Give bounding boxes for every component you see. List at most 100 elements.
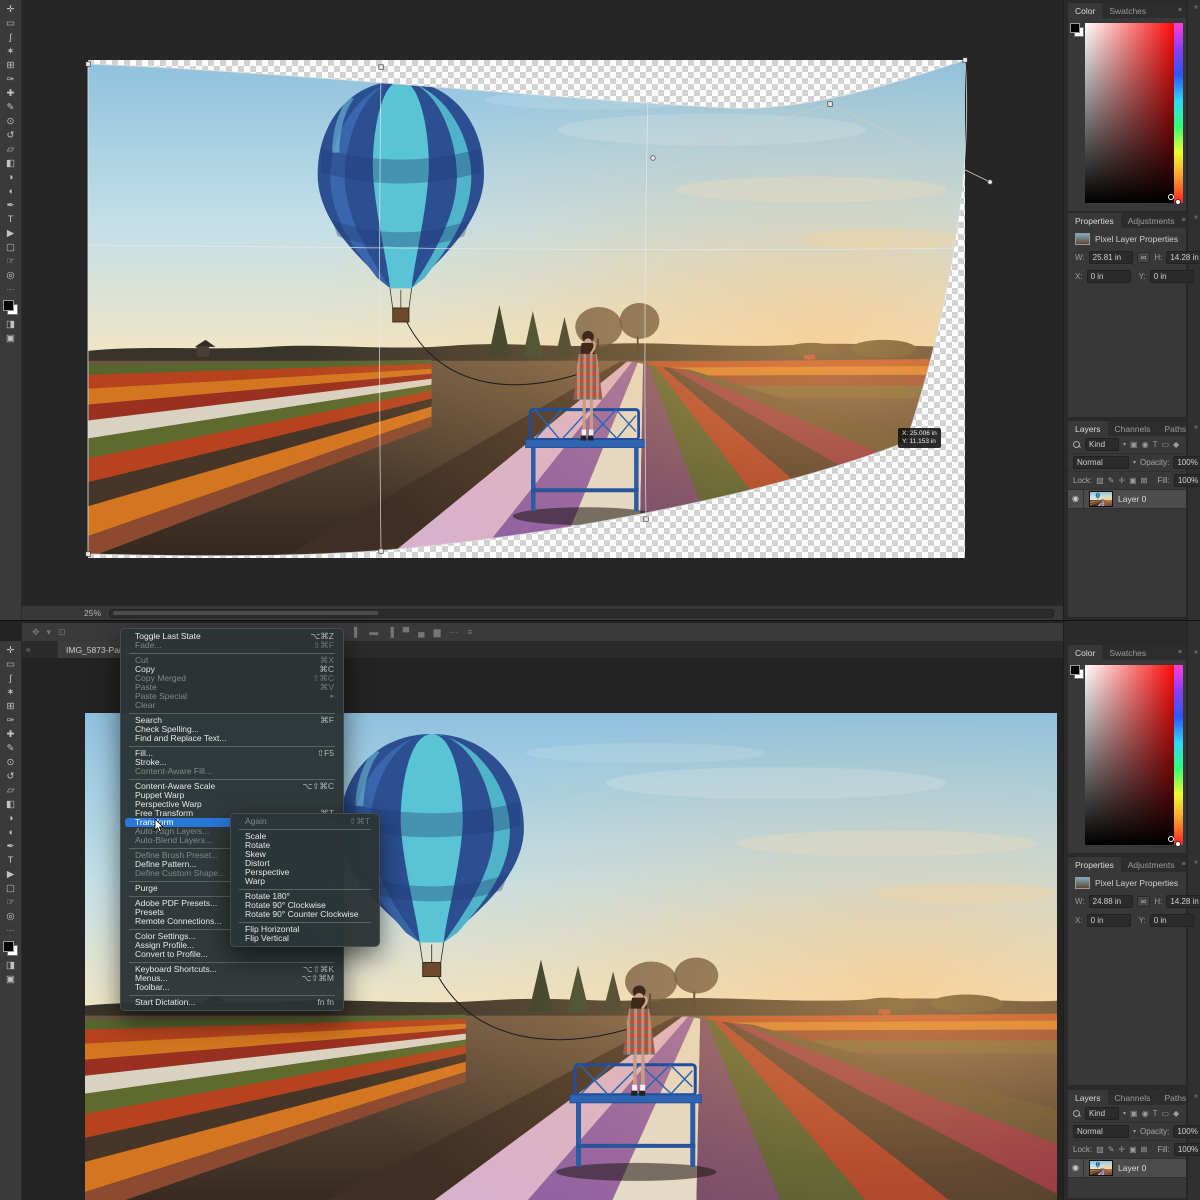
layer-thumbnail[interactable] (1089, 491, 1113, 507)
screen-mode-icon[interactable]: ▣ (2, 973, 19, 986)
lock-icon[interactable]: ✛ (1118, 1145, 1125, 1154)
collapse-dock-icon[interactable]: « (1194, 1093, 1198, 1100)
collapse-dock-icon[interactable]: « (1194, 214, 1198, 221)
tool-icon[interactable]: ✶ (2, 45, 19, 58)
tool-icon[interactable]: ✛ (2, 644, 19, 657)
link-dimensions-icon[interactable]: ∞ (1137, 252, 1151, 263)
layer-thumbnail[interactable] (1089, 1160, 1113, 1176)
tool-icon[interactable]: ↺ (2, 770, 19, 783)
scrollbar-thumb[interactable] (113, 611, 378, 615)
layer-filter-icon[interactable]: ◆ (1173, 1109, 1179, 1118)
menu-item[interactable]: Fade... ⇧⌘F ▸ (121, 641, 343, 650)
opacity-field[interactable]: 100% (1173, 456, 1200, 469)
horizontal-scrollbar[interactable] (109, 609, 1054, 618)
tool-icon[interactable]: ☞ (2, 896, 19, 909)
align-icon[interactable]: ▆ (434, 627, 441, 638)
tab-properties[interactable]: Properties (1068, 213, 1121, 228)
visibility-eye-icon[interactable]: ◉ (1068, 1159, 1084, 1177)
screen-mode-icon[interactable]: ▣ (2, 332, 19, 345)
align-icon[interactable]: ≡ (467, 627, 472, 638)
align-icon[interactable]: ▌ (354, 627, 360, 638)
tab-layers[interactable]: Layers (1068, 421, 1108, 436)
tab-paths[interactable]: Paths (1157, 421, 1193, 436)
menu-item[interactable]: Toolbar... ▸ (121, 983, 343, 992)
layer-filter-icon[interactable]: ▭ (1161, 440, 1169, 449)
x-field[interactable]: 0 in (1087, 914, 1131, 927)
quick-mask-icon[interactable]: ◨ (2, 959, 19, 972)
collapse-dock-icon[interactable]: « (1194, 859, 1198, 866)
submenu-item[interactable]: Warp ▸ (231, 877, 379, 886)
layer-filter-icon[interactable]: ▣ (1130, 440, 1138, 449)
kind-filter-select[interactable]: Kind (1085, 438, 1119, 451)
hue-marker[interactable] (1175, 199, 1181, 205)
tab-adjustments[interactable]: Adjustments (1121, 857, 1182, 872)
menu-item[interactable]: Start Dictation... fn fn ▸ (121, 998, 343, 1007)
collapse-dock-icon[interactable]: « (1194, 649, 1198, 656)
options-icon[interactable]: ✥ (32, 627, 40, 638)
tool-icon[interactable]: ▶ (2, 227, 19, 240)
options-icon[interactable]: ▾ (47, 627, 52, 638)
align-icon[interactable]: ▬ (369, 627, 378, 638)
menu-item[interactable]: Convert to Profile... ▸ (121, 950, 343, 959)
tool-icon[interactable]: ▭ (2, 17, 19, 30)
fill-field[interactable]: 100% (1174, 1143, 1200, 1156)
edit-toolbar-icon[interactable]: ⋯ (7, 926, 15, 935)
tab-color[interactable]: Color (1068, 3, 1102, 18)
layer-row[interactable]: ◉ Layer 0 (1068, 1159, 1186, 1178)
submenu-item[interactable]: Again ⇧⌘T ▸ (231, 817, 379, 826)
tool-icon[interactable]: ▱ (2, 143, 19, 156)
tool-icon[interactable]: ✚ (2, 87, 19, 100)
layer-filter-icon[interactable]: T (1153, 440, 1158, 449)
layer-filter-icon[interactable]: ◆ (1173, 440, 1179, 449)
tool-icon[interactable]: ◑ (2, 171, 19, 184)
tab-layers[interactable]: Layers (1068, 1090, 1108, 1105)
menu-item[interactable]: ▸ (129, 962, 335, 963)
zoom-level[interactable]: 25% (84, 608, 101, 618)
tool-icon[interactable]: T (2, 854, 19, 867)
lock-icon[interactable]: ✎ (1108, 476, 1115, 485)
tool-icon[interactable]: ⊙ (2, 756, 19, 769)
x-field[interactable]: 0 in (1087, 270, 1131, 283)
blend-mode-select[interactable]: Normal (1073, 1125, 1129, 1138)
menu-item[interactable]: ▸ (129, 995, 335, 996)
tool-icon[interactable]: ▶ (2, 868, 19, 881)
panel-menu-icon[interactable]: ≡ (1178, 645, 1186, 660)
layer-filter-icon[interactable]: T (1153, 1109, 1158, 1118)
layer-name[interactable]: Layer 0 (1118, 1163, 1146, 1173)
tool-icon[interactable]: ✑ (2, 714, 19, 727)
tool-icon[interactable]: T (2, 213, 19, 226)
menu-item[interactable]: ▸ (129, 746, 335, 747)
tool-icon[interactable]: ⊞ (2, 59, 19, 72)
color-panel-swatch[interactable] (1070, 23, 1084, 37)
lock-icon[interactable]: ▣ (1129, 476, 1137, 485)
tool-icon[interactable]: ✚ (2, 728, 19, 741)
kind-filter-select[interactable]: Kind (1085, 1107, 1119, 1120)
lock-icon[interactable]: ⊠ (1141, 1145, 1148, 1154)
saturation-brightness-field[interactable] (1085, 665, 1178, 845)
tool-icon[interactable]: ⊙ (2, 115, 19, 128)
submenu-item[interactable]: Rotate 90° Counter Clockwise ▸ (231, 910, 379, 919)
color-panel-swatch[interactable] (1070, 665, 1084, 679)
layer-filter-icon[interactable]: ◉ (1142, 440, 1149, 449)
lock-icon[interactable]: ▨ (1096, 476, 1104, 485)
tool-icon[interactable]: ◖ (2, 185, 19, 198)
layer-filter-icon[interactable]: ▣ (1130, 1109, 1138, 1118)
tool-icon[interactable]: ☞ (2, 255, 19, 268)
foreground-background-swatch[interactable] (3, 941, 18, 956)
submenu-item[interactable]: ▸ (239, 922, 371, 923)
tab-color[interactable]: Color (1068, 645, 1102, 660)
tool-icon[interactable]: ◖ (2, 826, 19, 839)
foreground-color-chip[interactable] (3, 941, 14, 952)
tool-icon[interactable]: ◧ (2, 798, 19, 811)
tool-icon[interactable]: ✑ (2, 73, 19, 86)
layer-name[interactable]: Layer 0 (1118, 494, 1146, 504)
fill-field[interactable]: 100% (1174, 474, 1200, 487)
panel-menu-icon[interactable]: ≡ (1178, 3, 1186, 18)
lock-icon[interactable]: ▣ (1129, 1145, 1137, 1154)
submenu-item[interactable]: Flip Vertical ▸ (231, 934, 379, 943)
tool-icon[interactable]: ◎ (2, 910, 19, 923)
visibility-eye-icon[interactable]: ◉ (1068, 490, 1084, 508)
width-field[interactable]: 25.81 in (1089, 251, 1133, 264)
hue-marker[interactable] (1175, 841, 1181, 847)
tool-icon[interactable]: ↺ (2, 129, 19, 142)
